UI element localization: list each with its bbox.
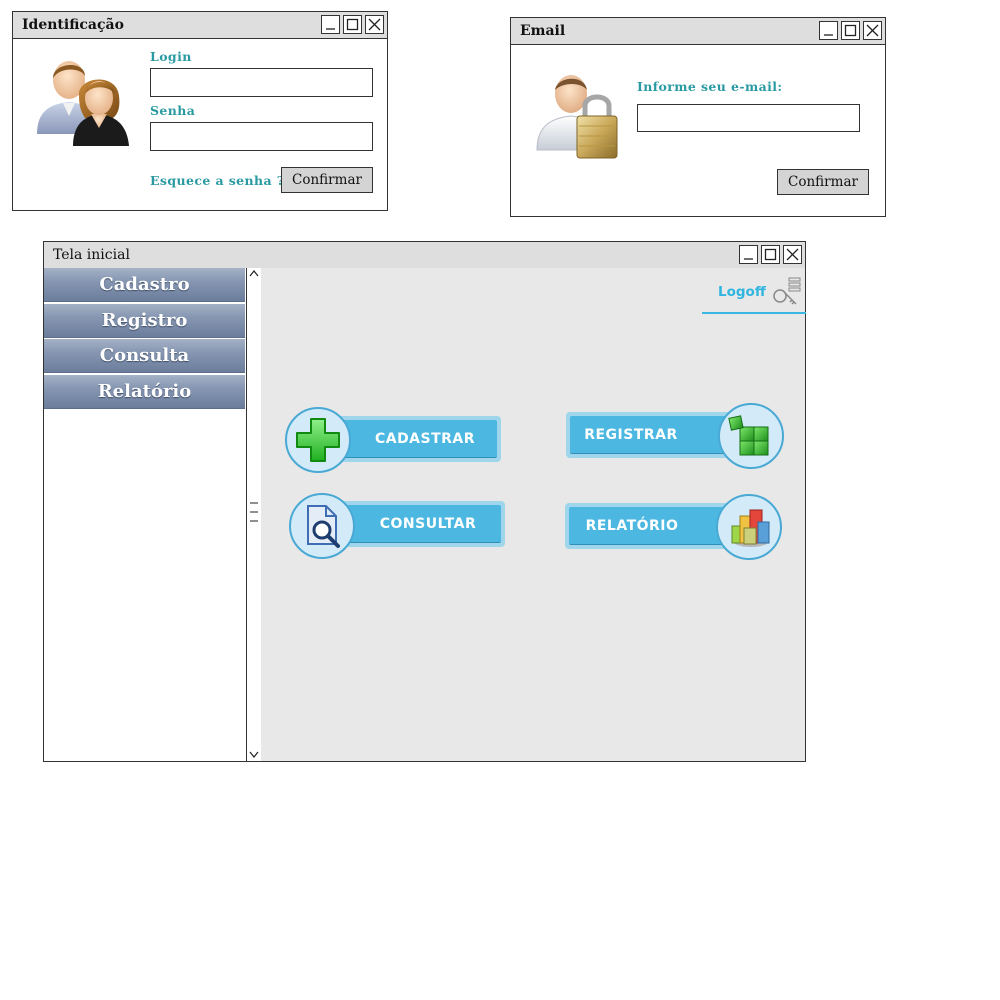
login-label: Login bbox=[150, 49, 192, 64]
consultar-label: CONSULTAR bbox=[379, 516, 477, 532]
document-search-icon bbox=[307, 505, 340, 548]
maximize-icon bbox=[346, 18, 359, 31]
scroll-thumb-grip-icon[interactable] bbox=[249, 500, 259, 524]
plus-icon bbox=[296, 418, 340, 462]
consultar-button[interactable]: CONSULTAR bbox=[331, 501, 505, 547]
registrar-button[interactable]: REGISTRAR bbox=[566, 412, 738, 458]
cubes-icon bbox=[728, 415, 769, 456]
login-titlebar[interactable]: Identificação bbox=[13, 12, 387, 39]
sidebar-item-cadastro[interactable]: Cadastro bbox=[44, 268, 245, 302]
relatorio-label: RELATÓRIO bbox=[585, 518, 679, 534]
login-confirm-button[interactable]: Confirmar bbox=[281, 167, 373, 193]
cadastrar-button[interactable]: CADASTRAR bbox=[325, 416, 501, 462]
maximize-icon bbox=[844, 24, 857, 37]
users-icon bbox=[37, 61, 129, 146]
maximize-icon bbox=[764, 248, 777, 261]
close-icon bbox=[866, 24, 879, 37]
login-input[interactable] bbox=[150, 68, 373, 97]
main-window-title: Tela inicial bbox=[53, 247, 130, 263]
close-button[interactable] bbox=[365, 15, 384, 34]
window-controls bbox=[739, 245, 802, 264]
cadastrar-icon-circle[interactable] bbox=[285, 407, 351, 473]
email-window-title: Email bbox=[520, 23, 566, 39]
sidebar-item-registro[interactable]: Registro bbox=[44, 304, 245, 338]
close-icon bbox=[786, 248, 799, 261]
user-lock-icon bbox=[536, 75, 618, 159]
login-window: Identificação Login Senha Esquece a senh… bbox=[12, 11, 388, 211]
minimize-button[interactable] bbox=[739, 245, 758, 264]
minimize-icon bbox=[824, 34, 833, 36]
key-icon[interactable] bbox=[770, 276, 802, 308]
registrar-label: REGISTRAR bbox=[584, 427, 678, 443]
relatorio-button[interactable]: RELATÓRIO bbox=[565, 503, 737, 549]
maximize-button[interactable] bbox=[841, 21, 860, 40]
window-controls bbox=[819, 21, 882, 40]
window-controls bbox=[321, 15, 384, 34]
main-window: Tela inicial Cadastro Registro Consulta … bbox=[43, 241, 806, 762]
main-titlebar[interactable]: Tela inicial bbox=[44, 242, 805, 269]
sidebar-item-relatorio[interactable]: Relatório bbox=[44, 375, 245, 409]
scroll-down-icon[interactable] bbox=[249, 750, 259, 759]
sidebar-scrollbar[interactable] bbox=[246, 268, 261, 761]
logoff-underline bbox=[702, 312, 806, 314]
cadastrar-label: CADASTRAR bbox=[374, 431, 476, 447]
maximize-button[interactable] bbox=[343, 15, 362, 34]
password-input[interactable] bbox=[150, 122, 373, 151]
email-titlebar[interactable]: Email bbox=[511, 18, 885, 45]
close-button[interactable] bbox=[783, 245, 802, 264]
email-window: Email Informe seu e-mail: Confirmar bbox=[510, 17, 886, 217]
minimize-icon bbox=[744, 258, 753, 260]
registrar-icon-circle[interactable] bbox=[718, 403, 784, 469]
forgot-password-link[interactable]: Esquece a senha ? bbox=[150, 173, 284, 188]
sidebar-menu: Cadastro Registro Consulta Relatório bbox=[44, 268, 261, 761]
password-label: Senha bbox=[150, 103, 196, 118]
email-confirm-button[interactable]: Confirmar bbox=[777, 169, 869, 195]
close-button[interactable] bbox=[863, 21, 882, 40]
relatorio-icon-circle[interactable] bbox=[716, 494, 782, 560]
email-input[interactable] bbox=[637, 104, 860, 132]
maximize-button[interactable] bbox=[761, 245, 780, 264]
main-content: Logoff CADASTRAR REGISTRAR CONSULTAR REL… bbox=[261, 268, 806, 761]
minimize-button[interactable] bbox=[819, 21, 838, 40]
chart-3d-icon bbox=[731, 509, 770, 547]
consultar-icon-circle[interactable] bbox=[289, 493, 355, 559]
scroll-up-icon[interactable] bbox=[249, 269, 259, 278]
close-icon bbox=[368, 18, 381, 31]
minimize-icon bbox=[326, 28, 335, 30]
login-window-title: Identificação bbox=[22, 17, 124, 33]
sidebar-item-consulta[interactable]: Consulta bbox=[44, 339, 245, 373]
email-label: Informe seu e-mail: bbox=[637, 79, 783, 94]
logoff-link[interactable]: Logoff bbox=[718, 284, 766, 300]
minimize-button[interactable] bbox=[321, 15, 340, 34]
